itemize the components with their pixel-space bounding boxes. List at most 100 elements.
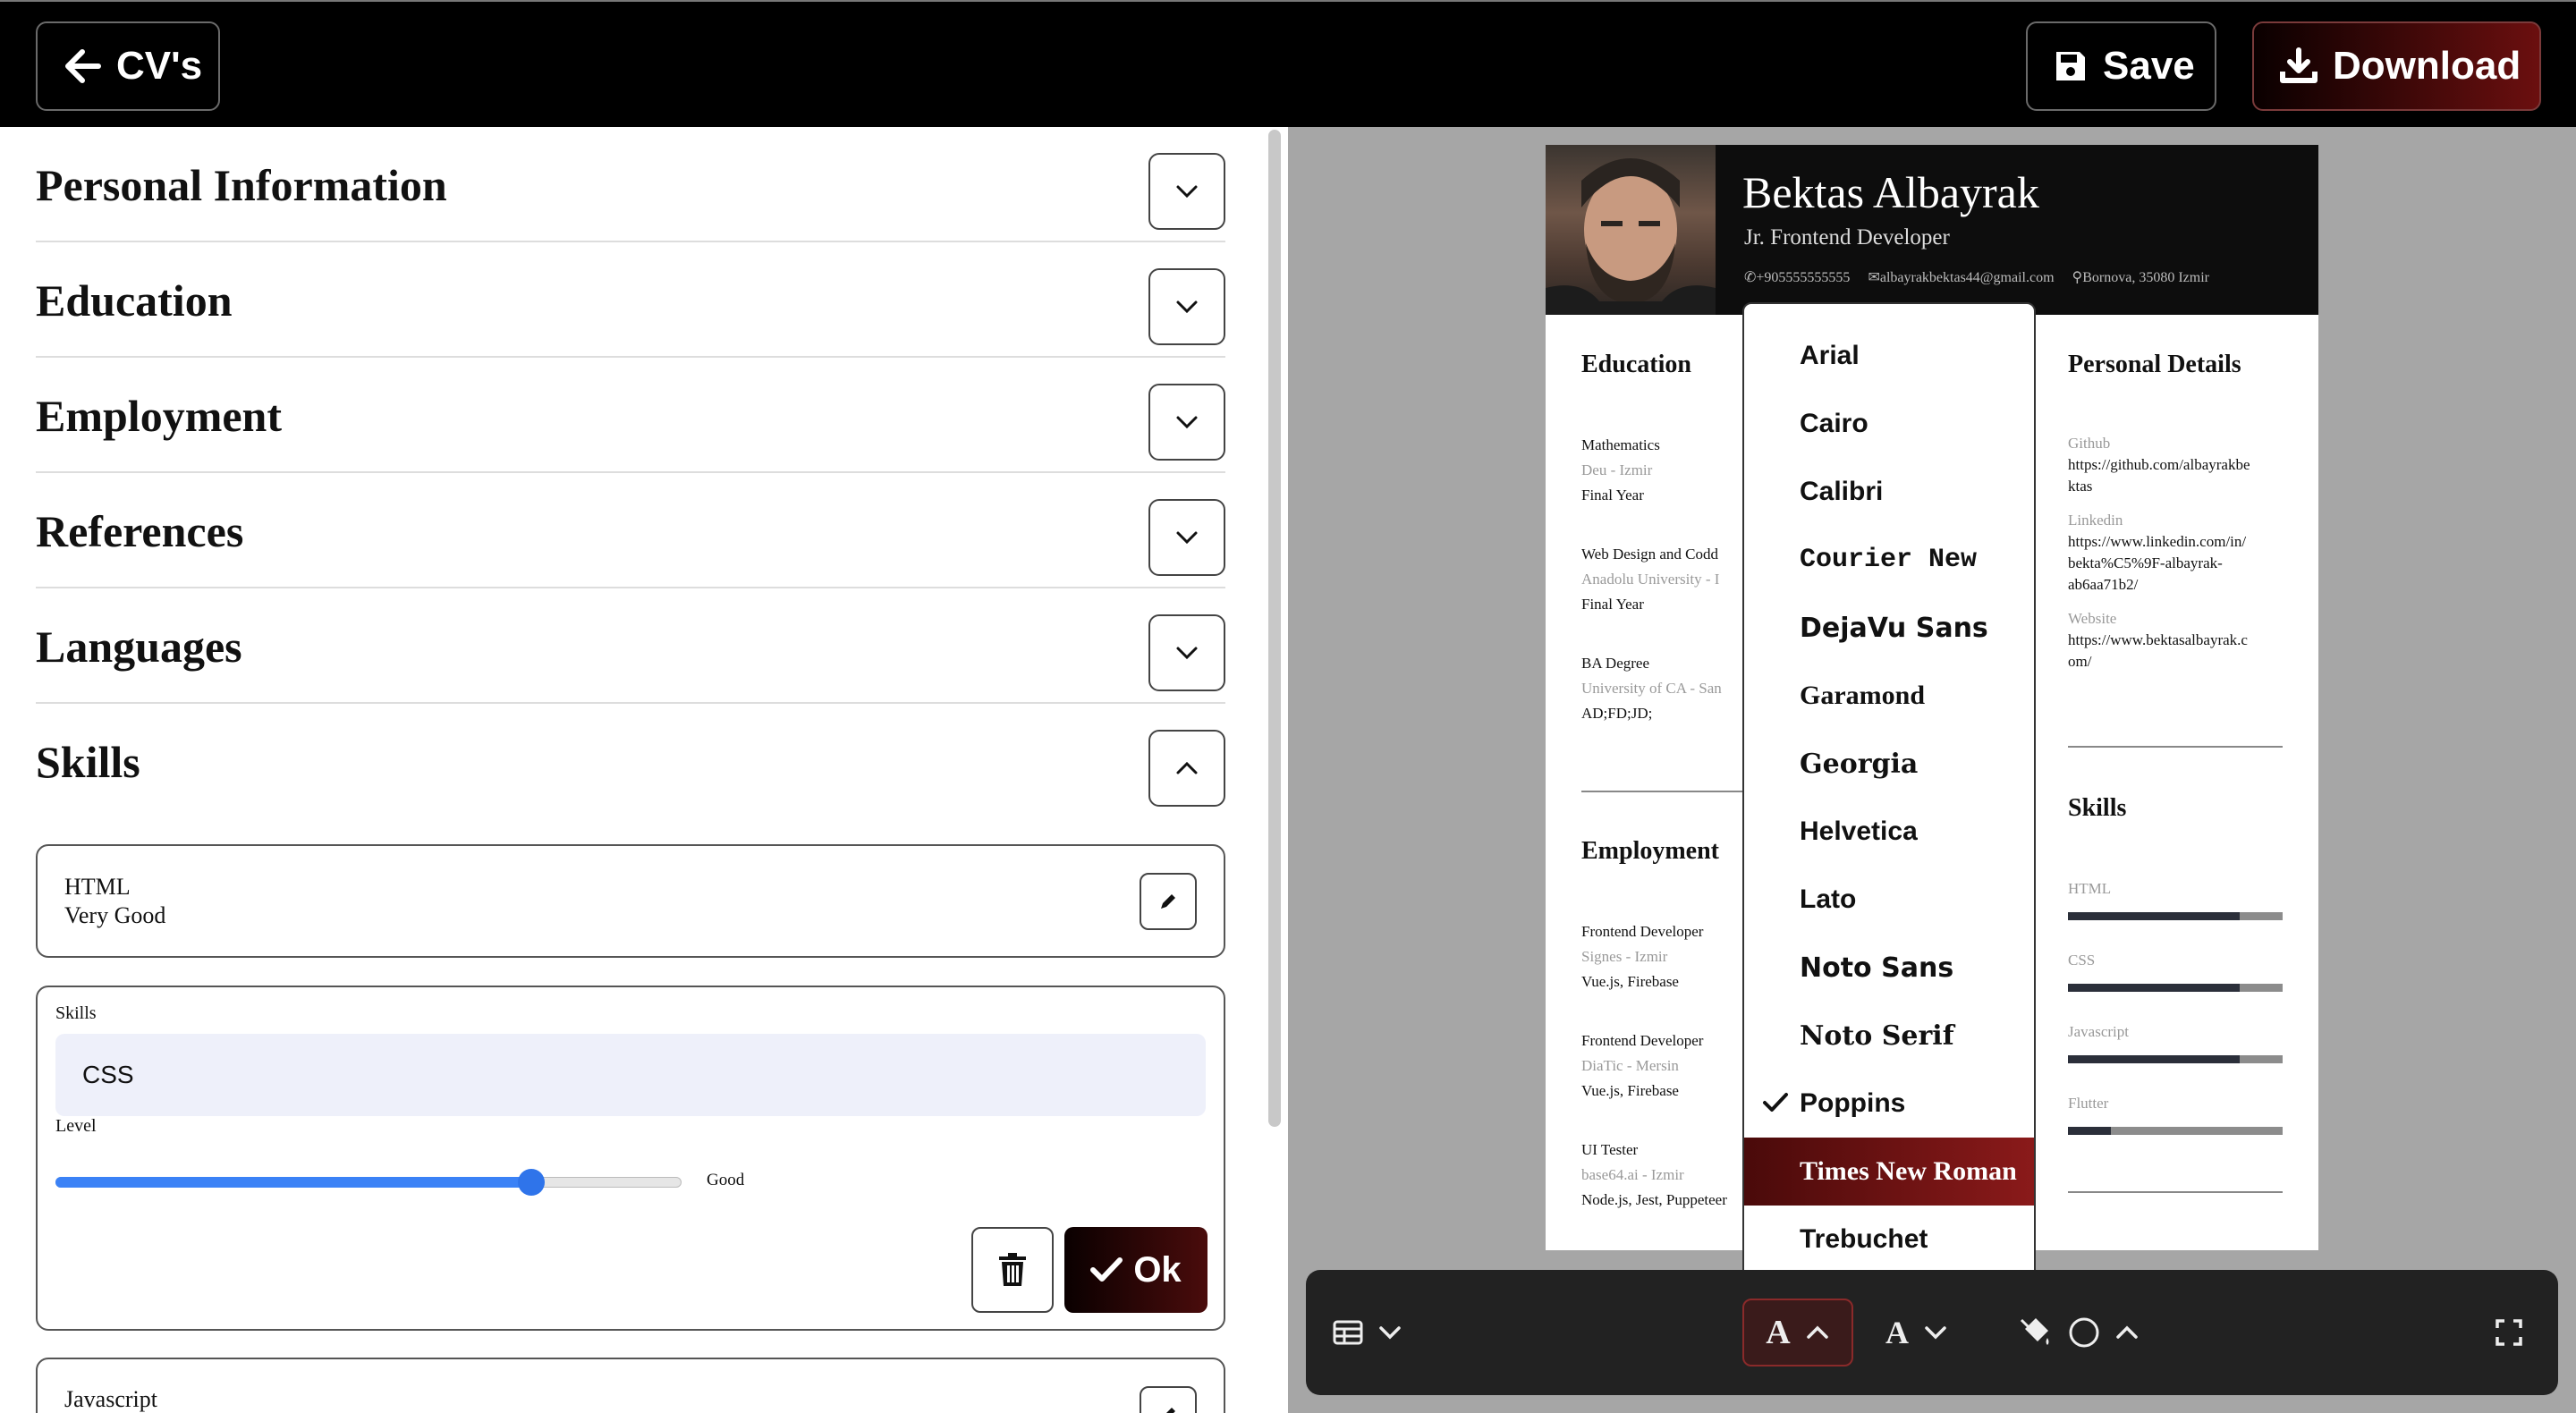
chevron-down-icon[interactable] (1148, 268, 1225, 345)
editor-scrollbar[interactable] (1268, 130, 1281, 1127)
cv-employment-item: Frontend Developer Signes - Izmir Vue.js, … (1581, 923, 1704, 990)
trash-icon (997, 1252, 1028, 1288)
chevron-down-icon[interactable] (1148, 499, 1225, 576)
cv-skill-bar (2068, 1127, 2283, 1135)
font-family-dropdown[interactable]: Arial Cairo Calibri Courier New DejaVu S… (1742, 302, 2036, 1290)
level-slider-thumb[interactable] (518, 1169, 545, 1196)
cv-contact-row: ✆+905555555555 ✉albayrakbektas44@gmail.c… (1744, 268, 2209, 286)
profile-photo (1546, 145, 1716, 315)
cv-skill-name: CSS (2068, 952, 2096, 969)
section-references[interactable]: References (36, 473, 1225, 588)
font-option-courier-new[interactable]: Courier New (1744, 526, 2034, 594)
skill-name: Javascript (64, 1386, 157, 1412)
font-size-button[interactable]: A (1885, 1270, 1948, 1395)
back-button-label: CV's (116, 44, 203, 88)
font-option-arial[interactable]: Arial (1744, 322, 2034, 390)
envelope-icon: ✉ (1868, 270, 1880, 285)
cv-employment-item: Frontend Developer DiaTic - Mersin Vue.js,… (1581, 1032, 1704, 1099)
section-languages[interactable]: Languages (36, 588, 1225, 704)
check-icon (1090, 1256, 1123, 1283)
cv-skill-bar (2068, 912, 2283, 920)
color-picker-button[interactable] (2018, 1270, 2140, 1395)
ok-button[interactable]: Ok (1064, 1227, 1208, 1313)
section-title: Skills (36, 737, 140, 787)
font-option-trebuchet[interactable]: Trebuchet (1744, 1206, 2034, 1273)
cv-skill-bar (2068, 984, 2283, 992)
fullscreen-icon (2496, 1319, 2522, 1346)
ok-button-label: Ok (1133, 1249, 1182, 1290)
font-option-garamond[interactable]: Garamond (1744, 662, 2034, 730)
divider (2068, 746, 2283, 748)
font-option-georgia[interactable]: Georgia (1744, 730, 2034, 798)
delete-skill-button[interactable] (971, 1227, 1054, 1313)
edit-skill-button[interactable] (1140, 1386, 1197, 1413)
chevron-down-icon[interactable] (1148, 153, 1225, 230)
cv-education-item: BA Degree University of CA - San AD;FD;JD; (1581, 655, 1722, 722)
chevron-down-icon[interactable] (1148, 384, 1225, 461)
editor-panel: Personal Information Education Employmen… (0, 127, 1261, 1413)
font-option-poppins[interactable]: Poppins (1744, 1070, 2034, 1138)
font-option-helvetica[interactable]: Helvetica (1744, 798, 2034, 866)
font-option-cairo[interactable]: Cairo (1744, 390, 2034, 458)
back-button[interactable]: CV's (36, 21, 220, 111)
skill-name-input[interactable]: CSS (55, 1034, 1206, 1116)
chevron-up-icon[interactable] (1148, 730, 1225, 807)
skills-field-label: Skills (55, 1003, 97, 1023)
cv-personal-details: Github https://github.com/albayrakbe kta… (2068, 435, 2250, 670)
section-personal-information[interactable]: Personal Information (36, 127, 1225, 242)
save-button[interactable]: Save (2026, 21, 2216, 111)
font-option-times-new-roman[interactable]: Times New Roman (1744, 1138, 2034, 1206)
chevron-down-icon (1923, 1324, 1948, 1341)
cv-skill-bar-fill (2068, 984, 2240, 992)
section-skills[interactable]: Skills (36, 704, 1225, 819)
cv-skill-bar-fill (2068, 1055, 2240, 1063)
download-icon (2279, 47, 2318, 86)
download-button[interactable]: Download (2252, 21, 2541, 111)
cv-education-item: Mathematics Deu - Izmir Final Year (1581, 436, 1660, 503)
cv-phone: ✆+905555555555 (1744, 270, 1851, 285)
font-option-noto-serif[interactable]: Noto Serif (1744, 1002, 2034, 1070)
chevron-down-icon[interactable] (1148, 614, 1225, 691)
download-button-label: Download (2333, 44, 2521, 88)
skill-card-javascript: Javascript (36, 1358, 1225, 1413)
cv-email: ✉albayrakbektas44@gmail.com (1868, 270, 2055, 285)
divider (1581, 791, 1760, 792)
font-option-dejavu-sans[interactable]: DejaVu Sans (1744, 594, 2034, 662)
fullscreen-button[interactable] (2496, 1270, 2522, 1395)
chevron-down-icon (1377, 1324, 1402, 1341)
pencil-icon (1157, 891, 1179, 912)
layout-menu-button[interactable] (1333, 1270, 1402, 1395)
section-employment[interactable]: Employment (36, 358, 1225, 473)
cv-employment-title: Employment (1581, 837, 1719, 865)
preview-toolbar: A A (1306, 1270, 2558, 1395)
table-layout-icon (1333, 1320, 1363, 1345)
cv-skill-name: HTML (2068, 880, 2112, 897)
map-pin-icon: ⚲ (2072, 270, 2083, 285)
chevron-up-icon (2114, 1324, 2140, 1341)
pencil-icon (1157, 1404, 1179, 1413)
cv-skills-title: Skills (2068, 794, 2127, 822)
section-title: Personal Information (36, 160, 447, 210)
check-icon (1762, 1091, 1789, 1114)
floppy-disk-icon (2053, 48, 2089, 84)
font-family-button[interactable]: A (1742, 1299, 1853, 1366)
save-button-label: Save (2103, 44, 2195, 88)
font-option-calibri[interactable]: Calibri (1744, 458, 2034, 526)
skill-edit-form: Skills CSS Level Good Ok (36, 986, 1225, 1331)
font-family-icon: A (1766, 1314, 1791, 1351)
edit-skill-button[interactable] (1140, 873, 1197, 930)
skill-card-html: HTML Very Good (36, 844, 1225, 958)
font-option-lato[interactable]: Lato (1744, 866, 2034, 934)
section-title: References (36, 506, 244, 556)
cv-skill-bar-fill (2068, 912, 2240, 920)
font-size-icon: A (1885, 1315, 1909, 1350)
section-education[interactable]: Education (36, 242, 1225, 358)
chevron-up-icon (1805, 1324, 1830, 1341)
font-option-noto-sans[interactable]: Noto Sans (1744, 934, 2034, 1002)
color-swatch-icon (2068, 1316, 2100, 1349)
cv-personal-title: Personal Details (2068, 351, 2241, 378)
top-bar: CV's Save Download (0, 0, 2576, 127)
cv-header: Bektas Albayrak Jr. Frontend Developer ✆… (1546, 145, 2318, 315)
section-title: Education (36, 275, 233, 326)
level-slider[interactable] (55, 1166, 682, 1198)
